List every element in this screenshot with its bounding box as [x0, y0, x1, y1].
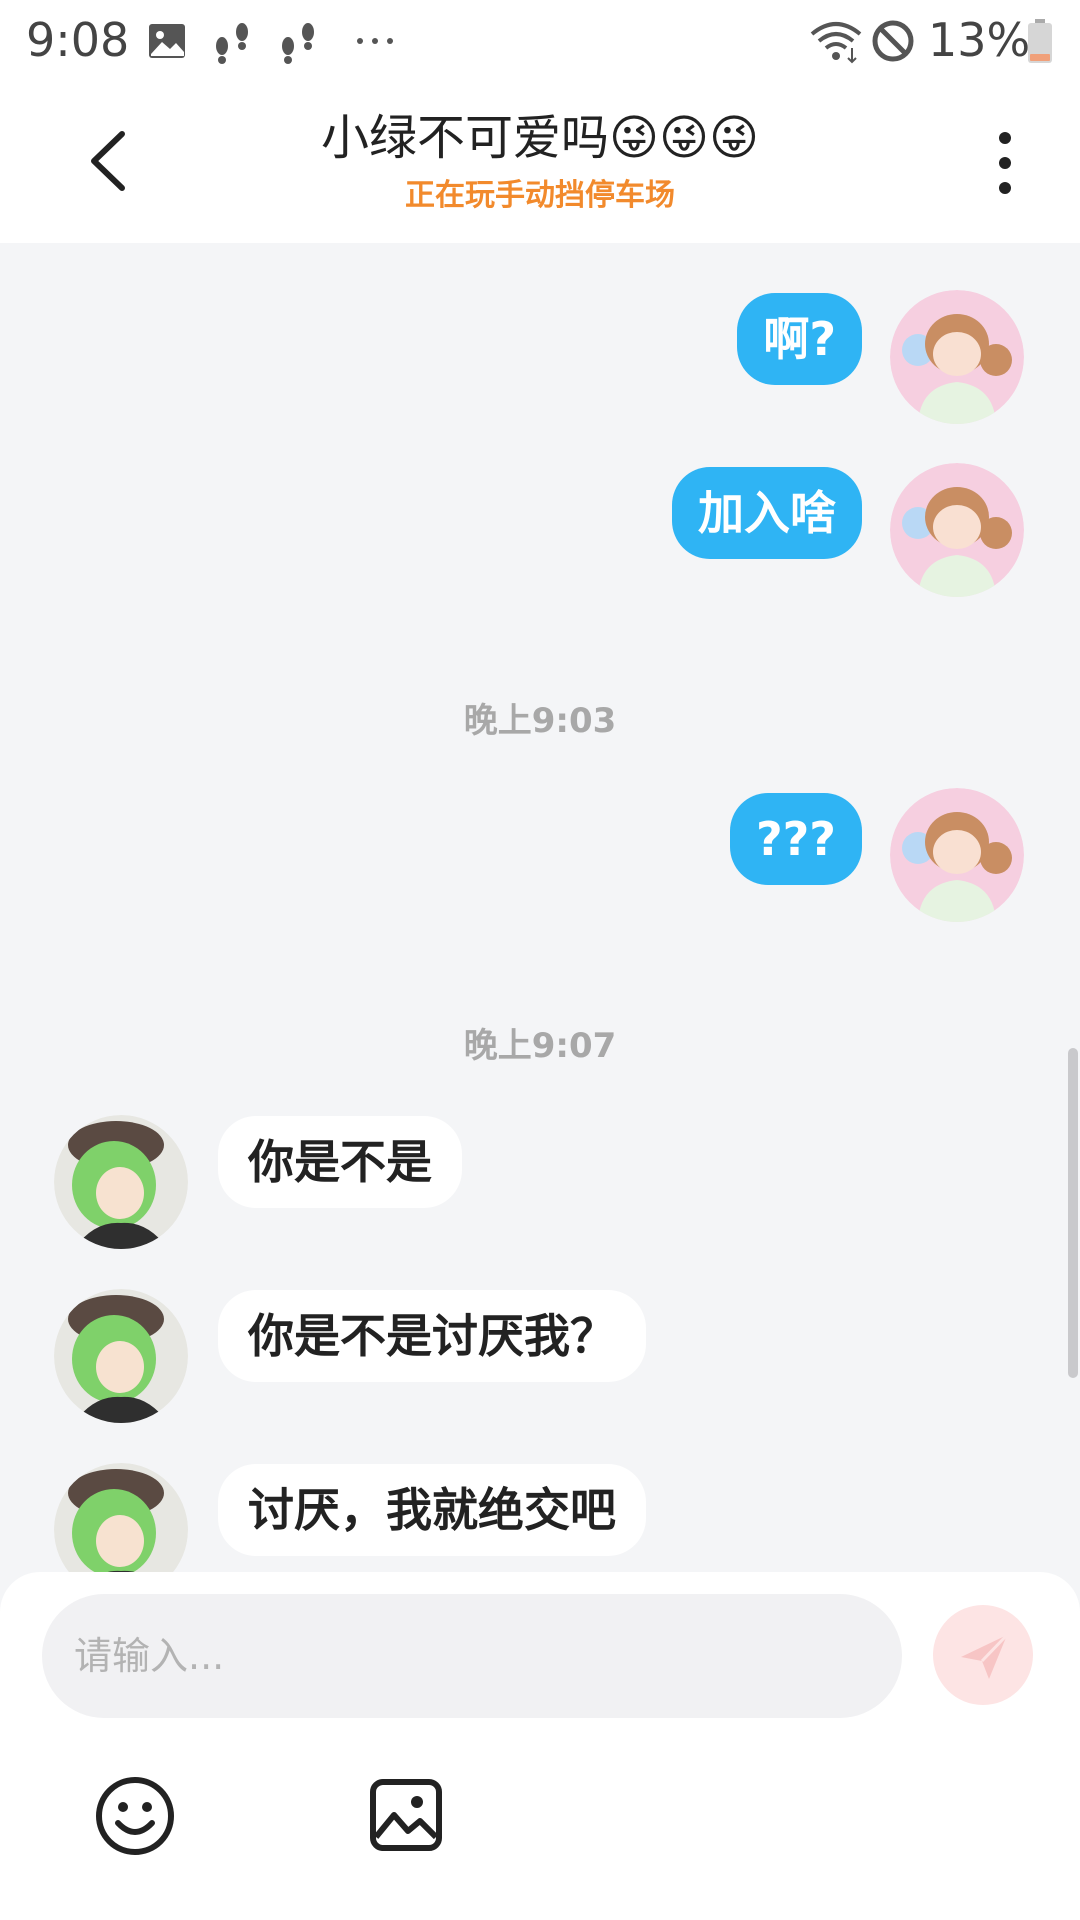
- input-panel: [0, 1572, 1080, 1920]
- message-timestamp: 晚上9:07: [463, 1026, 617, 1066]
- chat-header: 小绿不可爱吗😜😜😜 正在玩手动挡停车场: [0, 80, 1080, 243]
- status-bar: 9:08 13%: [0, 0, 1080, 80]
- chat-scrollbar[interactable]: [1068, 1048, 1078, 1378]
- chat-messages[interactable]: 啊? 加入啥 晚上9:03 ??? 晚上9:07 你是不是 你是不是讨厌我？ 讨…: [0, 243, 1080, 1573]
- my-avatar[interactable]: [890, 290, 1024, 424]
- footprints-icon: [216, 23, 248, 64]
- incoming-message[interactable]: 讨厌，我就绝交吧: [218, 1464, 646, 1556]
- my-avatar[interactable]: [890, 463, 1024, 597]
- emoji-icon[interactable]: [94, 1775, 176, 1857]
- outgoing-message[interactable]: ???: [729, 793, 862, 885]
- gallery-icon: [149, 24, 185, 58]
- outgoing-message[interactable]: 加入啥: [672, 467, 862, 559]
- contact-avatar[interactable]: [54, 1115, 188, 1249]
- send-icon: [961, 1633, 1009, 1679]
- incoming-message[interactable]: 你是不是: [218, 1116, 462, 1208]
- outgoing-message[interactable]: 啊?: [737, 293, 862, 385]
- send-button[interactable]: [933, 1605, 1033, 1705]
- incoming-message[interactable]: 你是不是讨厌我？: [218, 1290, 646, 1382]
- footprints-icon: [282, 23, 314, 64]
- battery-percent: 13%: [928, 13, 1031, 67]
- more-dots-icon: [357, 38, 393, 44]
- wifi-icon: [810, 22, 862, 64]
- battery-icon: [1028, 19, 1052, 63]
- do-not-disturb-icon: [872, 20, 914, 62]
- contact-avatar[interactable]: [54, 1289, 188, 1423]
- more-vertical-icon[interactable]: [980, 128, 1030, 198]
- image-icon[interactable]: [368, 1775, 444, 1855]
- contact-avatar[interactable]: [54, 1463, 188, 1573]
- message-timestamp: 晚上9:03: [463, 701, 617, 741]
- status-time: 9:08: [26, 13, 130, 67]
- chat-subtitle: 正在玩手动挡停车场: [405, 178, 675, 213]
- message-input[interactable]: [42, 1594, 902, 1718]
- chat-title: 小绿不可爱吗😜😜😜: [320, 110, 760, 166]
- my-avatar[interactable]: [890, 788, 1024, 922]
